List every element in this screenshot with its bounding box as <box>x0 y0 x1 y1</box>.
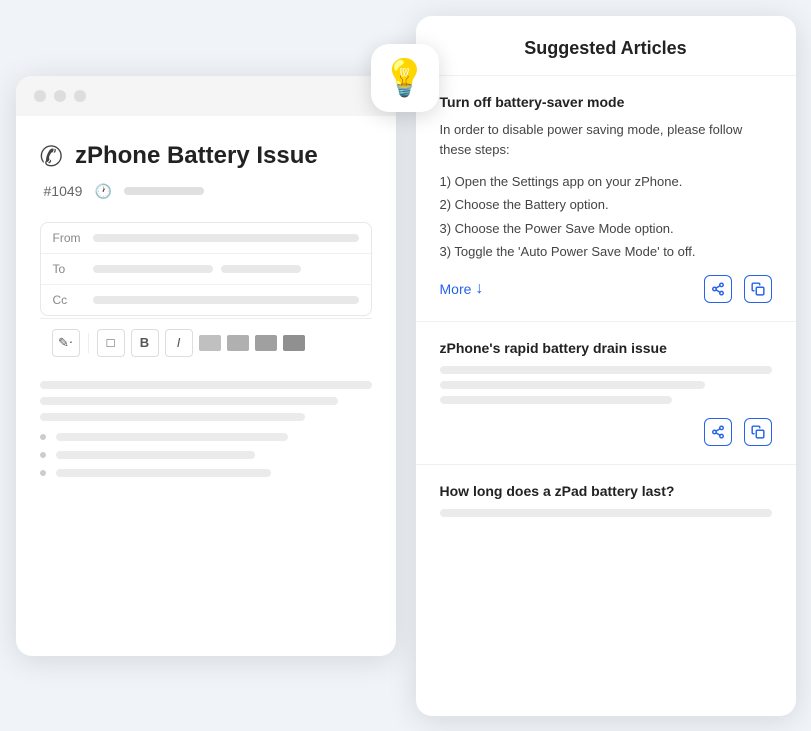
bullet-item-2 <box>40 451 372 459</box>
more-label: More <box>440 281 472 297</box>
bullet-item-3 <box>40 469 372 477</box>
articles-header: Suggested Articles <box>416 16 796 76</box>
articles-title: Suggested Articles <box>440 38 772 59</box>
window-dot-red <box>34 90 46 102</box>
color-box-1[interactable] <box>199 335 221 351</box>
email-content-lines <box>40 381 372 421</box>
bullet-dot-1 <box>40 434 46 440</box>
article-2-bars <box>440 366 772 404</box>
article-2-actions <box>440 418 772 446</box>
toolbar-separator <box>88 333 89 353</box>
from-value-bar <box>93 234 359 242</box>
more-arrow-icon: ↓ <box>475 280 483 298</box>
bullet-bar-1 <box>56 433 288 441</box>
to-bar-1 <box>93 265 213 273</box>
article-2-bar-2 <box>440 381 706 389</box>
email-card: ✆ zPhone Battery Issue #1049 🕐 From To <box>16 76 396 656</box>
article-3-title[interactable]: How long does a zPad battery last? <box>440 483 772 499</box>
share-icon-1[interactable] <box>704 275 732 303</box>
bullet-dot-2 <box>40 452 46 458</box>
content-line-3 <box>40 413 306 421</box>
bullet-item-1 <box>40 433 372 441</box>
bullet-dot-3 <box>40 470 46 476</box>
article-2-bar-3 <box>440 396 672 404</box>
ticket-title-row: ✆ zPhone Battery Issue <box>40 140 372 173</box>
article-section-2: zPhone's rapid battery drain issue <box>416 322 796 465</box>
ticket-meta: #1049 🕐 <box>40 183 372 200</box>
window-dot-green <box>74 90 86 102</box>
to-value-bars <box>93 265 359 273</box>
copy-icon-2[interactable] <box>744 418 772 446</box>
share-icon-2[interactable] <box>704 418 732 446</box>
from-field-row: From <box>41 223 371 254</box>
to-field-row: To <box>41 254 371 285</box>
meta-bar <box>124 187 204 195</box>
email-body: ✆ zPhone Battery Issue #1049 🕐 From To <box>16 116 396 501</box>
ticket-id: #1049 <box>44 183 83 199</box>
composer-toolbar: ✎⋅ □ B I <box>40 318 372 367</box>
insert-icon[interactable]: □ <box>97 329 125 357</box>
window-dot-yellow <box>54 90 66 102</box>
article-1-title[interactable]: Turn off battery-saver mode <box>440 94 772 110</box>
article-1-steps: 1) Open the Settings app on your zPhone.… <box>440 170 772 264</box>
color-box-4[interactable] <box>283 335 305 351</box>
bullet-bar-2 <box>56 451 255 459</box>
content-line-1 <box>40 381 372 389</box>
article-2-title[interactable]: zPhone's rapid battery drain issue <box>440 340 772 356</box>
lightbulb-bubble: 💡 <box>371 44 439 112</box>
content-line-2 <box>40 397 339 405</box>
bold-button[interactable]: B <box>131 329 159 357</box>
article-1-actions <box>704 275 772 303</box>
cc-value-bar <box>93 296 359 304</box>
cc-label: Cc <box>53 293 83 307</box>
article-3-bars <box>440 509 772 517</box>
article-3-bar-1 <box>440 509 772 517</box>
articles-card: Suggested Articles Turn off battery-save… <box>416 16 796 716</box>
bullet-list <box>40 433 372 477</box>
article-1-intro: In order to disable power saving mode, p… <box>440 120 772 160</box>
italic-button[interactable]: I <box>165 329 193 357</box>
more-row: More ↓ <box>440 275 772 303</box>
article-2-bar-1 <box>440 366 772 374</box>
clock-icon: 🕐 <box>94 183 111 200</box>
from-label: From <box>53 231 83 245</box>
bullet-bar-3 <box>56 469 272 477</box>
cc-field-row: Cc <box>41 285 371 315</box>
lightbulb-icon: 💡 <box>382 57 427 99</box>
magic-tool-icon[interactable]: ✎⋅ <box>52 329 80 357</box>
to-label: To <box>53 262 83 276</box>
email-fields: From To Cc <box>40 222 372 316</box>
scene: ✆ zPhone Battery Issue #1049 🕐 From To <box>16 16 796 716</box>
to-bar-2 <box>221 265 301 273</box>
color-box-3[interactable] <box>255 335 277 351</box>
more-link[interactable]: More ↓ <box>440 280 484 298</box>
window-titlebar <box>16 76 396 116</box>
copy-icon-1[interactable] <box>744 275 772 303</box>
ticket-title: zPhone Battery Issue <box>75 142 318 170</box>
color-box-2[interactable] <box>227 335 249 351</box>
phone-icon: ✆ <box>40 140 63 173</box>
article-section-3: How long does a zPad battery last? <box>416 465 796 535</box>
article-section-1: Turn off battery-saver mode In order to … <box>416 76 796 323</box>
